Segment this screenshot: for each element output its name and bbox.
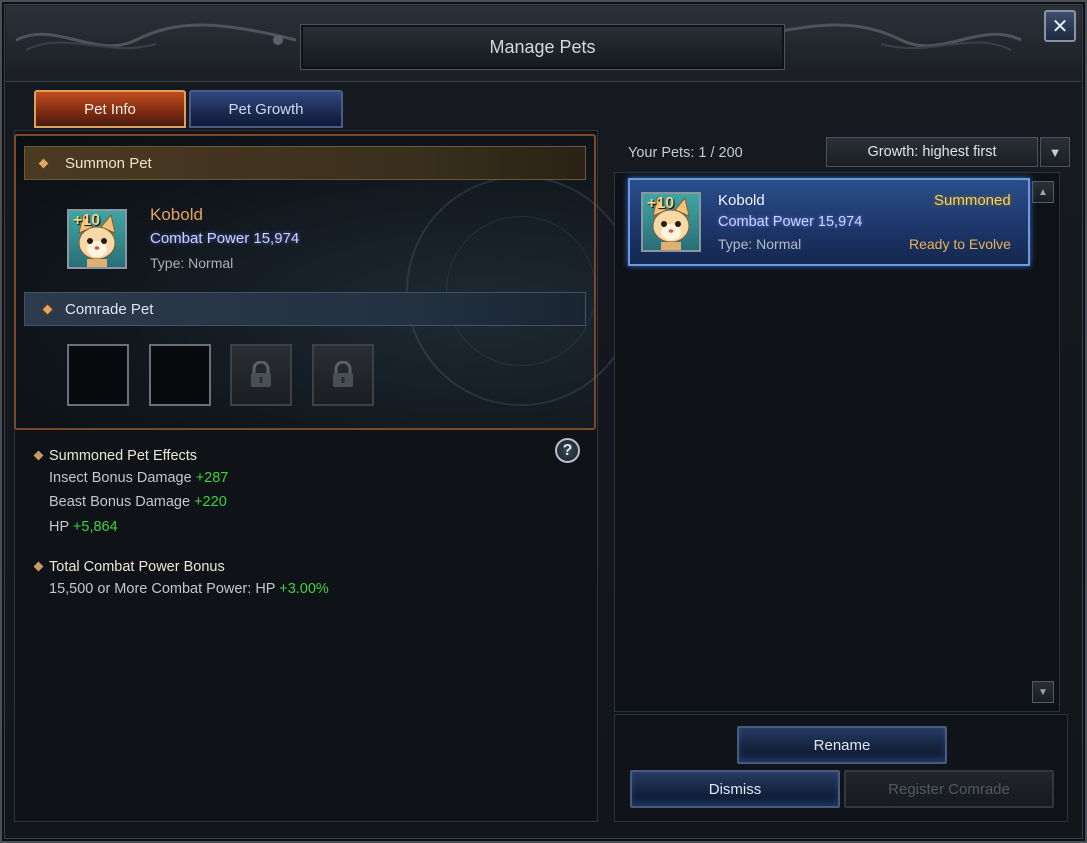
combat-bonus-line: 15,500 or More Combat Power: HP +3.00%	[49, 581, 329, 597]
summon-pet-header: Summon Pet	[24, 146, 586, 180]
window-title: Manage Pets	[300, 24, 785, 70]
pet-list-type: Type: Normal	[718, 236, 802, 252]
pet-list-name: Kobold	[718, 192, 765, 209]
comrade-slot-4-locked	[312, 344, 374, 406]
comrade-pet-header: Comrade Pet	[24, 292, 586, 326]
diamond-icon	[37, 157, 50, 170]
scroll-down-button[interactable]: ▼	[1032, 681, 1054, 703]
summoned-pet-name: Kobold	[150, 205, 203, 224]
pet-count: Your Pets: 1 / 200	[628, 145, 743, 161]
evolve-status: Ready to Evolve	[909, 236, 1011, 252]
help-button[interactable]: ?	[555, 438, 580, 463]
pet-list-portrait: +10	[641, 192, 701, 252]
comrade-pet-title: Comrade Pet	[65, 300, 154, 318]
close-button[interactable]: ✕	[1044, 10, 1076, 42]
effect-label: HP	[49, 519, 73, 535]
comrade-slot-3-locked	[230, 344, 292, 406]
sort-dropdown-toggle[interactable]: ▼	[1040, 137, 1070, 167]
combat-bonus-title: Total Combat Power Bonus	[49, 559, 225, 575]
effect-value: +5,864	[72, 519, 118, 535]
upgrade-level-badge: +10	[647, 195, 675, 212]
chevron-down-icon: ▼	[1048, 144, 1062, 160]
scroll-up-button[interactable]: ▲	[1032, 181, 1054, 203]
summoned-status-badge: Summoned	[934, 192, 1011, 209]
summoned-pet-combat-power: Combat Power 15,974	[150, 230, 300, 247]
effect-line: Insect Bonus Damage +287	[49, 470, 228, 486]
effect-line: Beast Bonus Damage +220	[49, 494, 227, 510]
tab-pet-growth[interactable]: Pet Growth	[189, 90, 343, 128]
comrade-slot-2[interactable]	[149, 344, 211, 406]
effect-label: Insect Bonus Damage	[49, 470, 196, 486]
dismiss-button[interactable]: Dismiss	[630, 770, 840, 808]
help-icon: ?	[562, 441, 573, 459]
diamond-icon	[41, 303, 54, 316]
summoned-pet-type: Type: Normal	[150, 255, 234, 271]
combat-power-bonus: Total Combat Power Bonus	[49, 559, 225, 575]
combat-bonus-value: +3.00%	[279, 581, 329, 597]
lock-icon	[333, 361, 353, 387]
ornament-left	[16, 23, 296, 51]
chevron-down-icon: ▼	[1038, 686, 1048, 698]
sort-dropdown[interactable]: Growth: highest first	[826, 137, 1038, 167]
combat-bonus-label: 15,500 or More Combat Power: HP	[49, 581, 280, 597]
pet-list-combat-power: Combat Power 15,974	[718, 214, 863, 230]
summon-pet-title: Summon Pet	[65, 154, 152, 172]
register-comrade-button[interactable]: Register Comrade	[844, 770, 1054, 808]
summoned-pet-effects: Summoned Pet Effects	[49, 448, 197, 464]
effect-value: +287	[195, 470, 229, 486]
chevron-up-icon: ▲	[1038, 186, 1048, 198]
effect-value: +220	[194, 494, 227, 510]
effects-title: Summoned Pet Effects	[49, 448, 198, 464]
lock-icon	[251, 361, 271, 387]
close-icon: ✕	[1051, 15, 1069, 38]
effect-line: HP +5,864	[49, 519, 118, 535]
upgrade-level-badge: +10	[73, 212, 101, 229]
effect-label: Beast Bonus Damage	[49, 494, 195, 510]
comrade-slot-1[interactable]	[67, 344, 129, 406]
tab-pet-info[interactable]: Pet Info	[34, 90, 186, 128]
magic-circle-decoration-inner	[446, 216, 596, 366]
summoned-pet-portrait[interactable]: +10	[67, 209, 127, 269]
rename-button[interactable]: Rename	[737, 726, 947, 764]
